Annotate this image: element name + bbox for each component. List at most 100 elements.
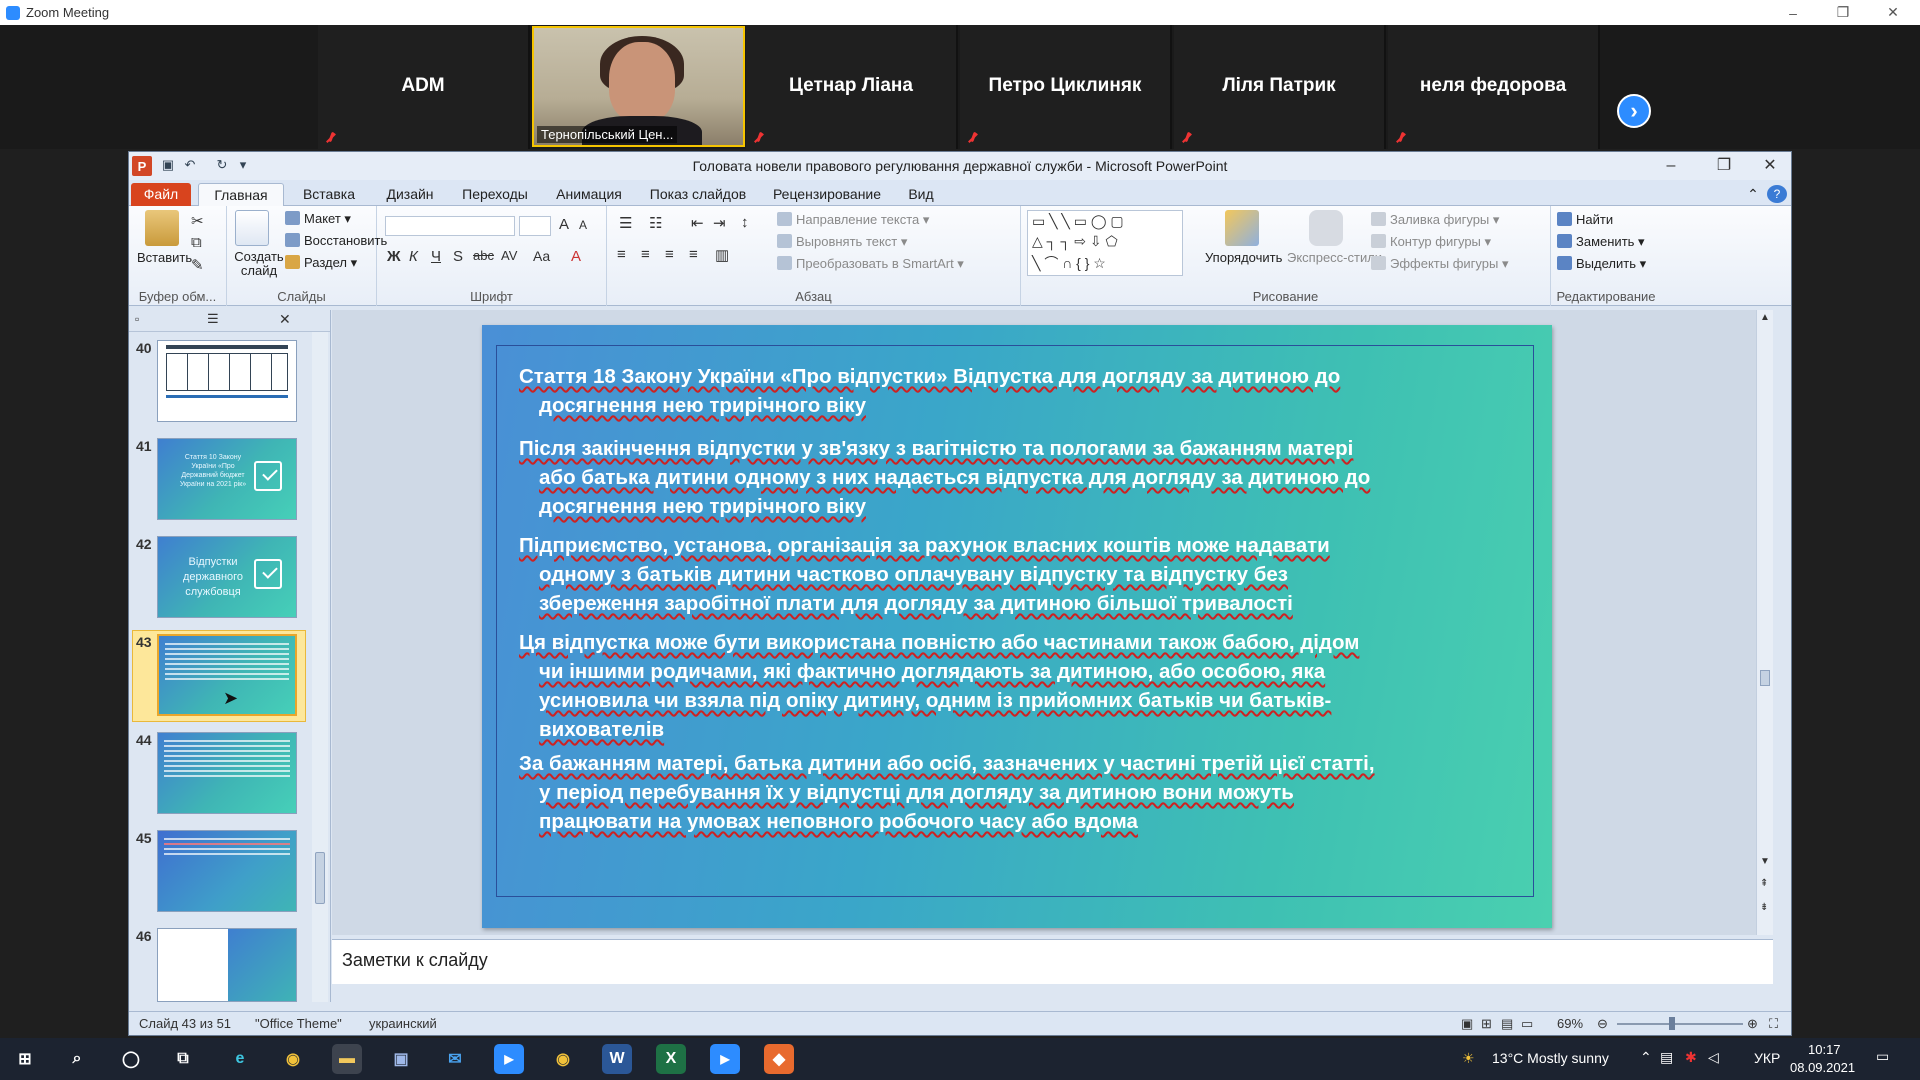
tab-view[interactable]: Вид [899,183,943,206]
start-icon[interactable]: ⊞ [10,1044,40,1074]
justify-icon[interactable]: ≡ [689,246,698,263]
line-spacing-icon[interactable]: ↕ [741,214,749,231]
notifications-icon[interactable]: ▭ [1876,1048,1889,1065]
previous-slide-icon[interactable]: ⇞ [1760,878,1768,889]
find-button[interactable]: Найти [1557,212,1613,227]
weather-text[interactable]: 13°C Mostly sunny [1492,1050,1609,1066]
columns-icon[interactable]: ▥ [715,246,729,264]
zoom-meeting-icon[interactable]: ▶ [710,1044,740,1074]
font-color-button[interactable]: A [571,248,581,265]
tray-chevron-icon[interactable]: ⌃ [1640,1049,1652,1066]
word-icon[interactable]: W [602,1044,632,1074]
replace-button[interactable]: Заменить ▾ [1557,234,1645,250]
participant-video-tile[interactable]: Тернопільський Цен... [532,26,745,147]
normal-view-icon[interactable]: ▣ [1461,1016,1473,1032]
new-slide-button[interactable]: Создать слайд [231,250,287,278]
align-text-button[interactable]: Выровнять текст ▾ [777,234,907,250]
excel-icon[interactable]: X [656,1044,686,1074]
slide-thumbnail[interactable] [157,732,297,814]
section-button[interactable]: Раздел ▾ [285,255,357,271]
layout-button[interactable]: Макет ▾ [285,211,351,227]
current-slide[interactable]: Стаття 18 Закону України «Про відпустки»… [482,325,1552,928]
arrange-icon[interactable] [1225,210,1259,246]
next-slide-icon[interactable]: ⇟ [1760,902,1768,913]
underline-button[interactable]: Ч [431,248,441,265]
shape-fill-button[interactable]: Заливка фигуры ▾ [1371,212,1499,228]
network-icon[interactable]: ▤ [1660,1049,1673,1066]
participant-tile[interactable]: Петро Циклиняк [960,25,1172,149]
restore-button[interactable]: ❐ [1820,0,1866,25]
task-view-icon[interactable]: ⧉ [168,1044,198,1074]
clock-time[interactable]: 10:17 [1808,1042,1841,1057]
tab-review[interactable]: Рецензирование [762,183,892,206]
zoom-app-icon[interactable]: ▶ [494,1044,524,1074]
tab-slideshow[interactable]: Показ слайдов [641,183,755,206]
slide-thumbnail[interactable] [157,928,297,1002]
participant-tile[interactable]: ADM [318,25,530,149]
paste-button[interactable]: Вставить [137,250,192,265]
cortana-icon[interactable]: ◯ [116,1044,146,1074]
decrease-indent-icon[interactable]: ⇤ [691,214,704,232]
change-case-button[interactable]: Aa [533,248,550,264]
minimize-button[interactable]: – [1770,0,1816,25]
shrink-font-icon[interactable]: A [579,218,587,232]
search-icon[interactable]: ⌕ [62,1044,92,1074]
ribbon-collapse-icon[interactable]: ⌃ [1743,183,1763,206]
chrome-alt-icon[interactable]: ◉ [548,1044,578,1074]
slide-thumbnail[interactable] [157,340,297,422]
align-center-icon[interactable]: ≡ [641,246,650,263]
shadow-button[interactable]: S [453,248,463,265]
participant-tile[interactable]: неля федорова [1388,25,1600,149]
zoom-level[interactable]: 69% [1557,1016,1583,1031]
font-name-combo[interactable] [385,216,515,236]
reset-button[interactable]: Восстановить [285,233,387,248]
slide-thumbnail[interactable]: Відпустки державного службовця [157,536,297,618]
input-language[interactable]: УКР [1754,1050,1780,1066]
tab-home[interactable]: Главная [198,183,284,206]
zoom-out-icon[interactable]: ⊖ [1597,1016,1608,1032]
char-spacing-button[interactable]: AV [501,248,517,263]
store-icon[interactable]: ▣ [386,1044,416,1074]
slideshow-icon[interactable]: ▭ [1521,1016,1533,1032]
edge-icon[interactable]: e [225,1044,255,1074]
arrange-button[interactable]: Упорядочить [1205,250,1282,265]
new-slide-icon[interactable] [235,210,269,246]
zoom-in-icon[interactable]: ⊕ [1747,1016,1758,1032]
clock-date[interactable]: 08.09.2021 [1790,1060,1855,1075]
increase-indent-icon[interactable]: ⇥ [713,214,726,232]
fit-slide-icon[interactable]: ⛶ [1769,1016,1778,1032]
zoom-slider[interactable] [1617,1023,1743,1025]
tab-file[interactable]: Файл [131,183,191,206]
volume-icon[interactable]: ◁ [1708,1049,1719,1066]
paste-icon[interactable] [145,210,179,246]
align-left-icon[interactable]: ≡ [617,246,626,263]
powerpoint-taskbar-icon[interactable]: ◆ [764,1044,794,1074]
italic-button[interactable]: К [409,248,418,265]
shape-effects-button[interactable]: Эффекты фигуры ▾ [1371,256,1508,272]
font-size-combo[interactable] [519,216,551,236]
scroll-thumb[interactable] [1760,670,1770,686]
participant-tile[interactable]: Цетнар Ліана [746,25,958,149]
tab-animation[interactable]: Анимация [544,183,634,206]
slides-tab-icon[interactable]: ▫ [135,312,139,326]
zoom-slider-thumb[interactable] [1669,1017,1675,1030]
strikethrough-button[interactable]: abc [473,248,494,263]
notes-pane[interactable]: Заметки к слайду [332,939,1773,984]
scroll-down-icon[interactable]: ▼ [1760,856,1770,867]
bullets-icon[interactable]: ☰ [619,214,632,232]
quick-styles-icon[interactable] [1309,210,1343,246]
mail-icon[interactable]: ✉ [440,1044,470,1074]
copy-icon[interactable]: ⧉ [191,234,202,251]
numbering-icon[interactable]: ☷ [649,214,662,232]
help-icon[interactable]: ? [1767,185,1787,203]
next-page-chevron-icon[interactable]: › [1617,94,1651,128]
cut-icon[interactable]: ✂ [191,212,204,230]
ppt-restore-button[interactable]: ❐ [1704,154,1744,178]
ppt-minimize-button[interactable]: – [1651,154,1691,178]
tab-insert[interactable]: Вставка [291,183,367,206]
slide-thumbnail[interactable] [157,830,297,912]
ppt-close-button[interactable]: ✕ [1750,154,1790,178]
participant-tile[interactable]: Ліля Патрик [1174,25,1386,149]
file-explorer-icon[interactable]: ▬ [332,1044,362,1074]
shapes-gallery[interactable]: ▭ ╲ ╲ ▭ ◯ ▢ △ ┐ ┐ ⇨ ⇩ ⬠ ╲ ⌒ ∩ { } ☆ [1027,210,1183,276]
